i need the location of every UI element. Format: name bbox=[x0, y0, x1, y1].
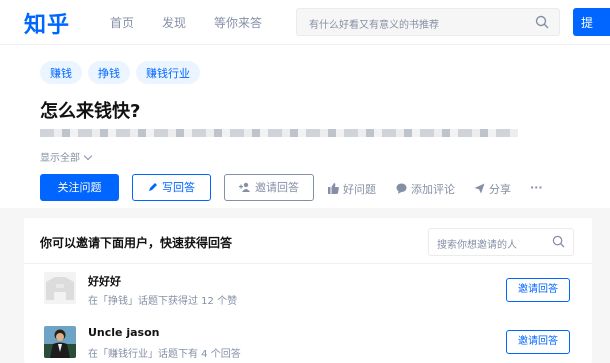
show-all-toggle[interactable]: 显示全部 bbox=[40, 149, 93, 164]
user-description: 在「赚钱行业」话题下有 4 个回答 bbox=[88, 349, 241, 360]
topic-tag[interactable]: 赚钱 bbox=[40, 61, 82, 84]
share-icon bbox=[474, 183, 485, 194]
pencil-icon bbox=[149, 183, 157, 191]
invite-user-button[interactable]: 邀请回答 bbox=[506, 330, 570, 354]
add-comment-button[interactable]: 添加评论 bbox=[396, 181, 455, 197]
add-comment-label: 添加评论 bbox=[411, 183, 455, 196]
invite-answer-button[interactable]: 邀请回答 bbox=[224, 174, 314, 201]
divider bbox=[24, 263, 592, 264]
user-name[interactable]: Uncle jason bbox=[88, 326, 159, 339]
topic-tag[interactable]: 挣钱 bbox=[88, 61, 130, 84]
share-button[interactable]: 分享 bbox=[474, 181, 511, 197]
topic-tag[interactable]: 赚钱行业 bbox=[136, 61, 200, 84]
avatar[interactable] bbox=[44, 272, 76, 304]
good-question-label: 好问题 bbox=[343, 183, 376, 196]
write-answer-label: 写回答 bbox=[162, 181, 195, 194]
question-description-blurred bbox=[40, 129, 518, 137]
question-title: 怎么来钱快? bbox=[40, 101, 141, 122]
good-question-button[interactable]: 好问题 bbox=[328, 181, 376, 197]
zhihu-logo[interactable]: 知乎 bbox=[24, 7, 70, 39]
question-header: 赚钱 挣钱 赚钱行业 怎么来钱快? 显示全部 关注问题 写回答 邀请回答 好问题… bbox=[0, 44, 610, 208]
nav-discover[interactable]: 发现 bbox=[162, 14, 186, 31]
show-all-label: 显示全部 bbox=[40, 153, 80, 164]
write-answer-button[interactable]: 写回答 bbox=[132, 174, 211, 201]
search-placeholder: 有什么好看又有意义的书推荐 bbox=[309, 20, 439, 31]
search-icon[interactable] bbox=[535, 15, 549, 29]
user-name[interactable]: 好好好 bbox=[88, 273, 121, 289]
share-label: 分享 bbox=[489, 183, 511, 196]
invite-search-placeholder: 搜索你想邀请的人 bbox=[437, 240, 517, 251]
nav-waiting-answers[interactable]: 等你来答 bbox=[214, 14, 262, 31]
top-navbar: 知乎 首页 发现 等你来答 有什么好看又有意义的书推荐 提 bbox=[0, 0, 610, 44]
invite-card-title: 你可以邀请下面用户，快速获得回答 bbox=[40, 236, 233, 250]
invite-users-card: 你可以邀请下面用户，快速获得回答 搜索你想邀请的人 好好好 在「挣钱」话题下获得… bbox=[24, 218, 592, 363]
avatar[interactable] bbox=[44, 326, 76, 358]
invite-user-button[interactable]: 邀请回答 bbox=[506, 278, 570, 302]
thumbs-up-icon bbox=[328, 183, 339, 194]
follow-question-button[interactable]: 关注问题 bbox=[40, 174, 119, 201]
comment-icon bbox=[396, 183, 407, 194]
add-user-icon bbox=[239, 182, 250, 192]
nav-home[interactable]: 首页 bbox=[110, 14, 134, 31]
invite-answer-label: 邀请回答 bbox=[255, 181, 299, 194]
search-icon[interactable] bbox=[552, 235, 565, 248]
more-options-icon[interactable]: ··· bbox=[530, 181, 543, 194]
chevron-down-icon bbox=[83, 151, 93, 161]
user-description: 在「挣钱」话题下获得过 12 个赞 bbox=[88, 296, 238, 307]
search-input[interactable]: 有什么好看又有意义的书推荐 bbox=[296, 8, 560, 36]
ask-question-button[interactable]: 提 bbox=[573, 8, 610, 36]
invite-search-input[interactable]: 搜索你想邀请的人 bbox=[428, 228, 574, 256]
